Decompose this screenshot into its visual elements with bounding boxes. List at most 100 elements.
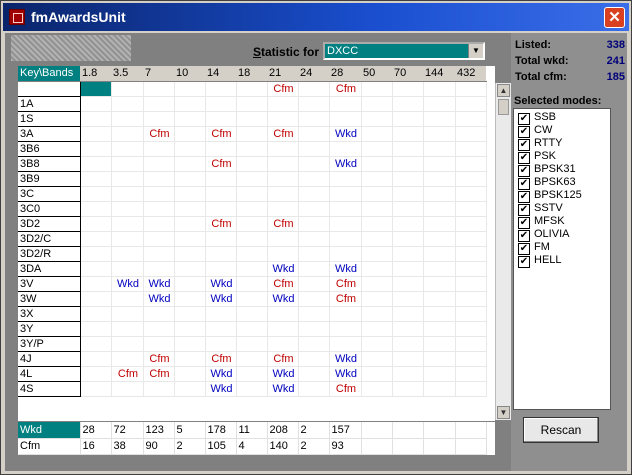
grid-cell[interactable] — [236, 171, 268, 187]
grid-cell[interactable] — [298, 306, 330, 322]
grid-cell[interactable] — [174, 81, 206, 97]
grid-cell[interactable] — [111, 156, 144, 172]
grid-cell[interactable] — [423, 96, 456, 112]
grid-cell[interactable] — [205, 261, 237, 277]
grid-cell[interactable] — [236, 336, 268, 352]
grid-cell[interactable] — [423, 186, 456, 202]
title-bar[interactable]: fmAwardsUnit ✕ — [3, 3, 629, 31]
grid-cell[interactable]: Cfm — [143, 126, 175, 142]
grid-cell[interactable] — [174, 366, 206, 382]
grid-cell[interactable] — [423, 381, 456, 397]
scroll-up-icon[interactable]: ▲ — [497, 84, 510, 97]
grid-cell[interactable] — [361, 381, 393, 397]
grid-cell[interactable] — [423, 141, 456, 157]
grid-row[interactable]: 3C0 — [18, 201, 487, 217]
grid-cell[interactable] — [236, 111, 268, 127]
grid-cell[interactable] — [111, 261, 144, 277]
grid-cell[interactable] — [455, 246, 487, 262]
grid-cell[interactable] — [329, 246, 362, 262]
grid-cell[interactable] — [174, 126, 206, 142]
grid-cell[interactable] — [361, 216, 393, 232]
grid-cell[interactable] — [329, 306, 362, 322]
grid-cell[interactable] — [455, 216, 487, 232]
grid-cell[interactable] — [361, 171, 393, 187]
grid-cell[interactable] — [80, 156, 112, 172]
grid-cell[interactable] — [80, 351, 112, 367]
grid-cell[interactable] — [236, 306, 268, 322]
grid-cell[interactable] — [267, 201, 299, 217]
grid-cell[interactable] — [361, 321, 393, 337]
grid-cell[interactable] — [236, 216, 268, 232]
grid-cell[interactable]: Wkd — [267, 366, 299, 382]
grid-cell[interactable] — [111, 336, 144, 352]
grid-cell[interactable] — [361, 111, 393, 127]
grid-cell[interactable] — [298, 81, 330, 97]
grid-cell[interactable] — [329, 231, 362, 247]
grid-cell[interactable] — [392, 231, 424, 247]
grid-cell[interactable] — [80, 261, 112, 277]
band-header[interactable]: 21 — [267, 66, 298, 82]
grid-cell[interactable] — [423, 126, 456, 142]
grid-cell[interactable] — [392, 96, 424, 112]
grid-cell[interactable] — [455, 96, 487, 112]
grid-cell[interactable]: Wkd — [143, 291, 175, 307]
grid-cell[interactable] — [267, 306, 299, 322]
grid-cell[interactable] — [80, 306, 112, 322]
grid-cell[interactable]: Cfm — [205, 126, 237, 142]
grid-cell[interactable] — [392, 321, 424, 337]
grid-cell[interactable] — [423, 231, 456, 247]
modes-list[interactable]: ✔ SSB ✔ CW ✔ RTTY ✔ PSK ✔ BPSK31 ✔ BPSK63 ✔ BPSK125 ✔ S… — [513, 108, 611, 410]
grid-row[interactable]: 3W Wkd Wkd Wkd Cfm — [18, 291, 487, 307]
grid-cell[interactable] — [392, 201, 424, 217]
grid-cell[interactable]: Cfm — [267, 126, 299, 142]
grid-cell[interactable] — [236, 201, 268, 217]
grid-cell[interactable] — [143, 81, 175, 97]
grid-cell[interactable] — [392, 351, 424, 367]
grid-cell[interactable] — [111, 216, 144, 232]
grid-cell[interactable] — [423, 216, 456, 232]
grid-cell[interactable]: Wkd — [329, 366, 362, 382]
grid-cell[interactable] — [236, 291, 268, 307]
grid-cell[interactable] — [455, 186, 487, 202]
grid-cell[interactable] — [267, 96, 299, 112]
grid-row[interactable]: 4S Wkd Wkd Cfm — [18, 381, 487, 397]
grid-cell[interactable] — [298, 141, 330, 157]
grid-cell[interactable]: Cfm — [267, 216, 299, 232]
grid-cell[interactable] — [329, 141, 362, 157]
grid-cell[interactable] — [236, 141, 268, 157]
grid-corner-header[interactable]: Key\Bands — [18, 66, 80, 82]
grid-cell[interactable] — [267, 186, 299, 202]
band-header[interactable]: 18 — [236, 66, 267, 82]
band-header[interactable]: 70 — [392, 66, 423, 82]
grid-cell[interactable] — [236, 186, 268, 202]
grid-cell[interactable] — [267, 156, 299, 172]
grid-cell[interactable] — [298, 336, 330, 352]
grid-cell[interactable] — [174, 351, 206, 367]
grid-cell[interactable]: Cfm — [205, 216, 237, 232]
grid-row[interactable]: 3Y/P — [18, 336, 487, 352]
grid-cell[interactable] — [80, 96, 112, 112]
grid-scrollbar[interactable]: ▲ ▼ — [495, 83, 511, 420]
grid-cell[interactable] — [298, 276, 330, 292]
scroll-down-icon[interactable]: ▼ — [497, 406, 510, 419]
mode-checkbox-psk[interactable]: ✔ PSK — [518, 150, 556, 164]
grid-row[interactable]: 3V Wkd Wkd Wkd Cfm Cfm — [18, 276, 487, 292]
grid-cell[interactable] — [111, 306, 144, 322]
grid-cell[interactable] — [205, 186, 237, 202]
grid-cell[interactable]: Wkd — [329, 261, 362, 277]
grid-cell[interactable] — [143, 156, 175, 172]
grid-cell[interactable] — [267, 321, 299, 337]
mode-checkbox-cw[interactable]: ✔ CW — [518, 124, 552, 138]
grid-cell[interactable] — [298, 321, 330, 337]
grid-cell[interactable] — [392, 216, 424, 232]
grid-cell[interactable] — [298, 126, 330, 142]
grid-cell[interactable] — [361, 81, 393, 97]
grid-cell[interactable] — [392, 246, 424, 262]
checkbox-icon[interactable]: ✔ — [518, 256, 530, 268]
grid-cell[interactable] — [143, 186, 175, 202]
grid-cell[interactable] — [298, 171, 330, 187]
grid-cell[interactable] — [455, 141, 487, 157]
grid-cell[interactable]: Wkd — [205, 291, 237, 307]
grid-cell[interactable] — [80, 336, 112, 352]
grid-row[interactable]: Cfm Cfm — [18, 81, 487, 97]
